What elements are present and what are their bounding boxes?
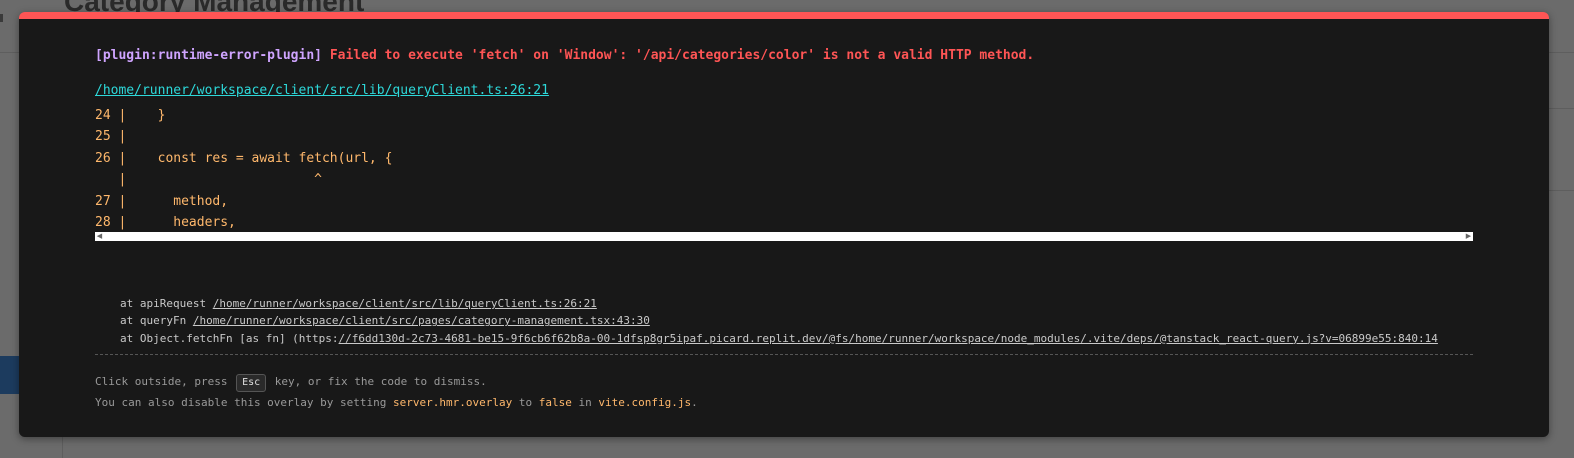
tip-text: . — [691, 396, 698, 409]
code-line: 28 | headers, — [95, 214, 236, 230]
sidebar-active-item[interactable] — [0, 356, 20, 394]
stack-frame-label: at apiRequest — [120, 297, 213, 310]
code-line: 27 | method, — [95, 193, 229, 209]
tip-text: Click outside, press — [95, 375, 235, 388]
config-key-code: server.hmr.overlay — [393, 396, 513, 409]
scroll-right-arrow-icon[interactable]: ▶ — [1464, 232, 1473, 241]
error-message: [plugin:runtime-error-plugin] Failed to … — [95, 48, 1034, 63]
code-line: 26 | const res = await fetch(url, { — [95, 150, 393, 166]
error-overlay-window: [plugin:runtime-error-plugin] Failed to … — [19, 12, 1549, 437]
stack-frame: at Object.fetchFn [as fn] (https://f6dd1… — [95, 330, 1438, 347]
scroll-left-arrow-icon[interactable]: ◀ — [95, 232, 104, 241]
code-line-caret: | ^ — [95, 172, 322, 188]
table-row-divider — [1548, 108, 1574, 109]
config-file-code: vite.config.js — [598, 396, 692, 409]
tip-line-config: You can also disable this overlay by set… — [95, 392, 698, 413]
error-text: Failed to execute 'fetch' on 'Window': '… — [329, 48, 1035, 63]
code-frame: 24 | } 25 | 26 | const res = await fetch… — [95, 105, 1473, 233]
stack-frame-link[interactable]: /home/runner/workspace/client/src/pages/… — [193, 314, 650, 327]
stack-trace: at apiRequest /home/runner/workspace/cli… — [95, 295, 1438, 347]
stack-frame: at queryFn /home/runner/workspace/client… — [95, 312, 1438, 329]
dashed-divider — [95, 354, 1473, 355]
background-edge-mark — [0, 14, 3, 22]
stack-frame-link[interactable]: //f6dd130d-2c73-4681-be15-9f6cb6f62b8a-0… — [339, 332, 1438, 345]
dismiss-tip: Click outside, press Esc key, or fix the… — [95, 371, 698, 413]
stack-frame-label: at Object.fetchFn [as fn] (https: — [120, 331, 339, 345]
table-row-divider — [1548, 190, 1574, 191]
tip-text: in — [571, 396, 599, 409]
horizontal-scrollbar[interactable]: ◀ ▶ — [95, 232, 1473, 241]
error-file-link[interactable]: /home/runner/workspace/client/src/lib/qu… — [95, 83, 549, 98]
code-line: 24 | } — [95, 108, 166, 123]
code-line: 25 | — [95, 129, 127, 145]
tip-line-dismiss: Click outside, press Esc key, or fix the… — [95, 371, 698, 392]
esc-key-badge: Esc — [236, 374, 267, 392]
config-value-code: false — [538, 396, 572, 409]
tip-text: key, or fix the code to dismiss. — [268, 375, 487, 388]
plugin-name: [plugin:runtime-error-plugin] — [95, 48, 322, 63]
stack-frame: at apiRequest /home/runner/workspace/cli… — [95, 295, 1438, 312]
stack-frame-link[interactable]: /home/runner/workspace/client/src/lib/qu… — [213, 297, 597, 310]
tip-text: You can also disable this overlay by set… — [95, 396, 394, 409]
tip-text: to — [512, 396, 539, 409]
stack-frame-label: at queryFn — [120, 314, 193, 328]
